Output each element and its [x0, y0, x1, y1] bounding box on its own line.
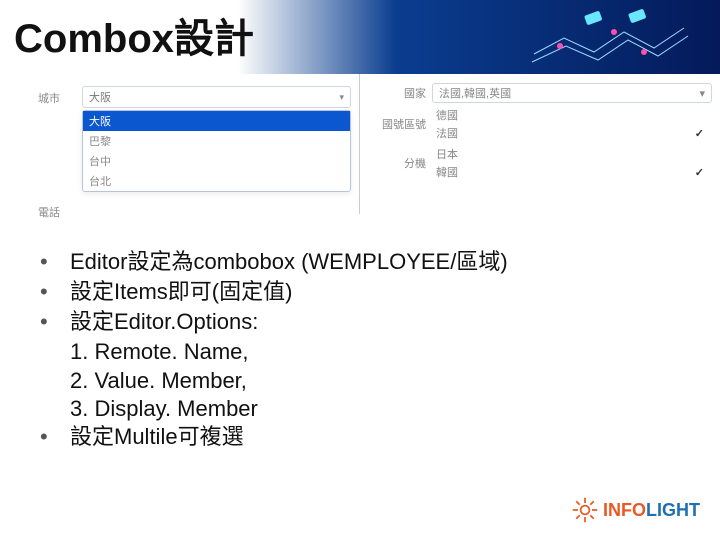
country-checklist[interactable]: 德國 法國 ✓: [432, 106, 712, 142]
bullet-dot-icon: •: [40, 248, 70, 276]
country-value: 法國,韓國,英國: [439, 85, 511, 101]
country-label: 國家: [372, 85, 432, 101]
check-label: 日本: [436, 146, 458, 162]
option-taipei[interactable]: 台北: [83, 171, 350, 191]
country-field-row: 國家 法國,韓國,英國 ▾: [372, 83, 712, 103]
bullet-body: • Editor設定為combobox (WEMPLOYEE/區域) • 設定I…: [0, 214, 720, 451]
bullet-item: • Editor設定為combobox (WEMPLOYEE/區域): [40, 248, 680, 276]
subline: 1. Remote. Name,: [40, 338, 680, 366]
brand-logo: INFOLIGHT: [571, 496, 700, 524]
country-combobox-multi[interactable]: 法國,韓國,英國 ▾: [432, 83, 712, 103]
subline: 2. Value. Member,: [40, 367, 680, 395]
screenshots-strip: 城市 大阪 ▾ 大阪 巴黎 台中 台北 電話 國家: [0, 74, 720, 214]
dialcode-field-row: 國號區號 德國 法國 ✓: [372, 106, 712, 142]
chevron-down-icon: ▾: [339, 92, 344, 103]
phone-field-row: 電話: [38, 200, 351, 220]
ext-label: 分機: [372, 155, 432, 171]
city-label: 城市: [38, 86, 82, 106]
check-label: 法國: [436, 125, 458, 141]
check-item-kr[interactable]: 韓國 ✓: [436, 163, 712, 181]
logo-text: INFOLIGHT: [603, 500, 700, 521]
check-item-fr[interactable]: 法國 ✓: [436, 124, 712, 142]
dialcode-label: 國號區號: [372, 116, 432, 132]
country-checklist2[interactable]: 日本 韓國 ✓: [432, 145, 712, 181]
check-icon: ✓: [695, 166, 704, 179]
phone-label: 電話: [38, 200, 82, 220]
chevron-down-icon: ▾: [699, 87, 705, 100]
bullet-text: Editor設定為combobox (WEMPLOYEE/區域): [70, 248, 680, 276]
check-label: 韓國: [436, 164, 458, 180]
logo-text-2: LIGHT: [646, 500, 700, 520]
check-icon: ✓: [695, 127, 704, 140]
option-paris[interactable]: 巴黎: [83, 131, 350, 151]
title-banner: Combox設計: [0, 0, 720, 74]
bullet-text: 設定Editor.Options:: [70, 308, 680, 336]
option-taichung[interactable]: 台中: [83, 151, 350, 171]
slide-title: Combox設計: [14, 6, 254, 64]
bullet-dot-icon: •: [40, 308, 70, 336]
bullet-dot-icon: •: [40, 278, 70, 306]
logo-sun-icon: [571, 496, 599, 524]
ext-field-row: 分機 日本 韓國 ✓: [372, 145, 712, 181]
check-label: 德國: [436, 107, 458, 123]
bullet-item: • 設定Items即可(固定值): [40, 278, 680, 306]
bullet-item: • 設定Editor.Options:: [40, 308, 680, 336]
check-item-jp[interactable]: 日本: [436, 145, 712, 163]
city-combobox[interactable]: 大阪 ▾: [82, 86, 351, 108]
city-value: 大阪: [89, 89, 111, 105]
check-item-de[interactable]: 德國: [436, 106, 712, 124]
bullet-text: 設定Multile可複選: [70, 423, 680, 451]
city-dropdown[interactable]: 大阪 巴黎 台中 台北: [82, 110, 351, 192]
logo-text-1: INFO: [603, 500, 646, 520]
subline: 3. Display. Member: [40, 395, 680, 423]
option-osaka[interactable]: 大阪: [83, 111, 350, 131]
right-screenshot: 國家 法國,韓國,英國 ▾ 國號區號 德國 法國 ✓: [360, 74, 720, 214]
bullet-item: • 設定Multile可複選: [40, 423, 680, 451]
left-screenshot: 城市 大阪 ▾ 大阪 巴黎 台中 台北 電話: [0, 74, 360, 214]
bullet-text: 設定Items即可(固定值): [70, 278, 680, 306]
banner-decoration: [524, 8, 694, 68]
city-field-row: 城市 大阪 ▾ 大阪 巴黎 台中 台北: [38, 86, 351, 192]
bullet-dot-icon: •: [40, 423, 70, 451]
